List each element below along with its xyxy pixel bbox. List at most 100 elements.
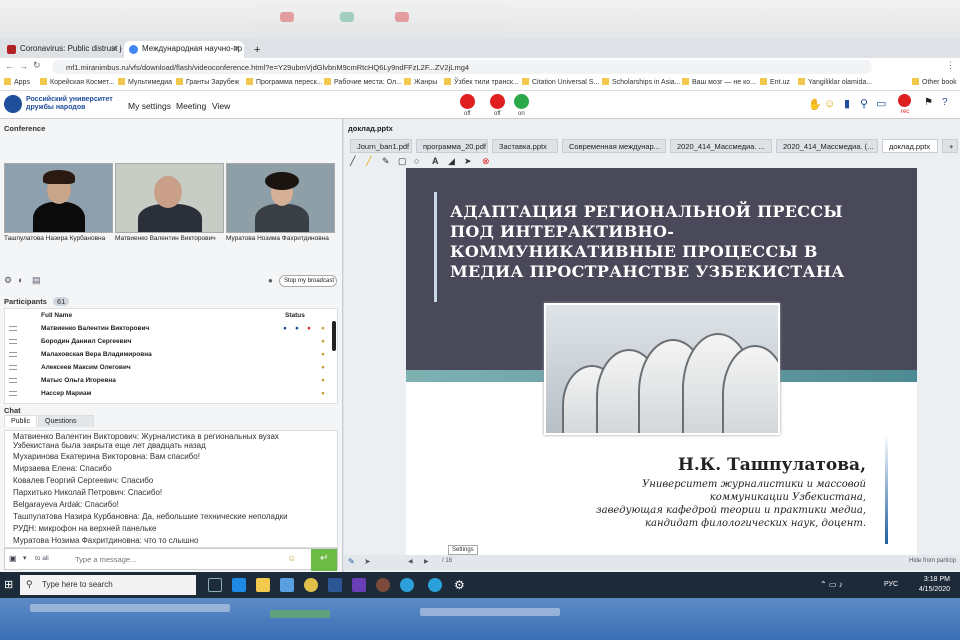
menu-icon[interactable]: ⋮	[946, 60, 955, 71]
task-view-icon[interactable]	[208, 578, 222, 592]
telegram-icon[interactable]	[428, 578, 442, 592]
windows-start-icon[interactable]: ⊞	[4, 578, 13, 591]
clear-icon[interactable]: ⊗	[482, 156, 492, 166]
forward-icon[interactable]: →	[19, 61, 28, 71]
bookmark-item[interactable]: Apps	[4, 78, 30, 86]
raise-hand-icon[interactable]: ✋	[808, 98, 822, 111]
menu-view[interactable]: View	[212, 101, 230, 111]
settings-icon[interactable]: ⚙	[454, 578, 468, 592]
table-row[interactable]: Нассер Мариам ●	[5, 388, 339, 400]
add-doc-tab-button[interactable]: +	[942, 139, 958, 153]
taskbar-search[interactable]: ⚲ Type here to search	[20, 575, 196, 595]
microphone-toggle-icon[interactable]	[460, 94, 475, 109]
chevron-down-icon[interactable]: ▾	[23, 554, 27, 562]
language-flag-icon[interactable]: ⚑	[924, 97, 933, 108]
attach-icon[interactable]: ▣	[9, 554, 17, 563]
bookmark-item[interactable]: Рабочие места: Ол...	[324, 78, 402, 86]
table-row[interactable]: Бородин Даниил Сергеевич ●	[5, 336, 339, 348]
doc-tab[interactable]: программа_20.pdf	[416, 139, 488, 153]
chat-input[interactable]	[75, 553, 275, 566]
folder-icon[interactable]: ▭	[876, 97, 886, 110]
marker-icon[interactable]: ✎	[382, 156, 392, 166]
bookmark-item[interactable]: Citation Universal S...	[522, 78, 599, 86]
recipient-select[interactable]: to all	[35, 555, 49, 562]
tray-icons[interactable]: ⌃ ▭ ♪	[820, 580, 843, 589]
url-input[interactable]: mf1.miranimbus.ru/vfs/download/flash/vid…	[52, 60, 872, 74]
bookmark-item[interactable]: Мультимедиа	[118, 78, 172, 86]
hide-from-participants-link[interactable]: Hide from particip	[909, 558, 956, 564]
layout-icon[interactable]: ▤	[32, 275, 41, 286]
help-icon[interactable]: ?	[942, 97, 948, 108]
doc-tab[interactable]: 2020_414_Массмедиа. ...	[670, 139, 772, 153]
pen-icon[interactable]: ╱	[350, 156, 360, 166]
menu-meeting[interactable]: Meeting	[176, 101, 206, 111]
rectangle-icon[interactable]: ▢	[398, 156, 408, 166]
teams-icon[interactable]	[352, 578, 366, 592]
chrome-icon[interactable]	[304, 578, 318, 592]
back-icon[interactable]: ←	[5, 61, 14, 71]
bookmark-item[interactable]: Ent.uz	[760, 78, 790, 86]
table-row[interactable]: Малаховская Вера Владимировна ●	[5, 349, 339, 361]
video-settings-icon[interactable]: ◐	[18, 275, 23, 285]
input-language[interactable]: РУС	[884, 581, 898, 588]
new-tab-button[interactable]: +	[248, 41, 268, 58]
bookmark-item[interactable]: Ваш мозг — не ко...	[682, 78, 756, 86]
camera-toggle-icon[interactable]	[490, 94, 505, 109]
close-icon[interactable]: ✕	[233, 44, 240, 53]
stop-broadcast-button[interactable]: Stop my broadcast	[279, 275, 337, 287]
bookmark-item[interactable]: Other book	[912, 78, 957, 86]
circle-icon[interactable]: ○	[414, 156, 424, 166]
system-clock[interactable]: 3:18 PM 4/15/2020	[919, 575, 950, 595]
fill-icon[interactable]: ◢	[448, 156, 458, 166]
store-icon[interactable]	[280, 578, 294, 592]
edge-icon[interactable]	[232, 578, 246, 592]
bookmark-item[interactable]: Корейская Космет...	[40, 78, 114, 86]
folder-icon	[404, 78, 411, 85]
share-icon[interactable]: ⚲	[860, 97, 868, 110]
table-row[interactable]: Алексеев Максим Олегович ●	[5, 362, 339, 374]
video-tile[interactable]	[115, 163, 224, 233]
bookmark-item[interactable]: Ўзбек тили транск...	[444, 78, 519, 86]
doc-tab[interactable]: Journ_ban1.pdf	[350, 139, 412, 153]
next-page-icon[interactable]: ▶	[424, 558, 429, 565]
tab-public[interactable]: Public	[4, 415, 38, 427]
telegram-icon[interactable]	[400, 578, 414, 592]
doc-tab[interactable]: Заставка.pptx	[492, 139, 558, 153]
audio-settings-icon[interactable]: ⚙	[4, 275, 12, 286]
video-tile[interactable]	[4, 163, 113, 233]
table-row[interactable]: Матыс Ольга Игоревна ●	[5, 375, 339, 387]
app-icon[interactable]	[376, 578, 390, 592]
close-icon[interactable]: ✕	[111, 44, 118, 53]
page-icon	[682, 78, 689, 85]
tab-questions[interactable]: Questions	[38, 415, 94, 427]
record-icon[interactable]	[898, 94, 911, 107]
browser-tab[interactable]: Coronavirus: Public distrust journ ✕	[2, 41, 122, 58]
menu-my-settings[interactable]: My settings	[128, 101, 171, 111]
send-button[interactable]: ↵	[311, 549, 337, 571]
highlighter-icon[interactable]: ╱	[366, 156, 376, 166]
file-explorer-icon[interactable]	[256, 578, 270, 592]
scrollbar[interactable]	[332, 321, 336, 351]
emoji-icon[interactable]: ☺	[287, 553, 296, 563]
emoji-icon[interactable]: ☺	[824, 98, 835, 110]
prev-page-icon[interactable]: ◀	[408, 558, 413, 565]
stats-icon[interactable]: ▮	[844, 97, 850, 110]
text-tool-icon[interactable]: A	[432, 156, 442, 166]
video-tile[interactable]	[226, 163, 335, 233]
reload-icon[interactable]: ↻	[33, 60, 41, 71]
bookmark-item[interactable]: Scholarships in Asia...	[602, 78, 680, 86]
browser-tab-active[interactable]: Международная научно-пр ✕	[124, 41, 244, 58]
table-row[interactable]: Матвиенко Валентин Викторович ● ● ● ●	[5, 323, 339, 335]
pencil-icon[interactable]: ✎	[348, 557, 355, 566]
bookmark-item[interactable]: Программа переск...	[246, 78, 323, 86]
screen-share-toggle-icon[interactable]	[514, 94, 529, 109]
word-icon[interactable]	[328, 578, 342, 592]
pointer-icon[interactable]: ➤	[464, 156, 474, 166]
doc-tab[interactable]: 2020_414_Массмедиа. (...	[776, 139, 878, 153]
bookmark-item[interactable]: Жанры	[404, 78, 437, 86]
doc-tab-active[interactable]: доклад.pptx	[882, 139, 938, 153]
bookmark-item[interactable]: Yangiliklar olamida...	[798, 78, 872, 86]
bookmark-item[interactable]: Гранты Зарубеж	[176, 78, 239, 86]
doc-tab[interactable]: Современная междунар...	[562, 139, 666, 153]
cursor-icon[interactable]: ➤	[364, 557, 371, 566]
